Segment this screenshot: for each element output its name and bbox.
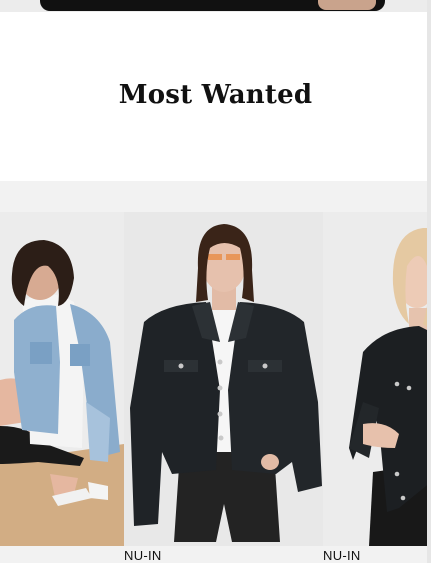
product-carousel[interactable]: NU-IN NU-IN	[0, 181, 431, 563]
hero-image-skin-area	[318, 0, 376, 10]
product-brand[interactable]: NU-IN	[124, 548, 162, 563]
product-image[interactable]	[124, 212, 323, 546]
product-card[interactable]	[0, 212, 124, 563]
product-card[interactable]: NU-IN	[323, 212, 431, 563]
product-image[interactable]	[323, 212, 431, 546]
product-image[interactable]	[0, 212, 124, 546]
product-card[interactable]: NU-IN	[124, 212, 323, 563]
section-title: Most Wanted	[118, 80, 313, 110]
page-scrollbar[interactable]	[427, 0, 431, 563]
product-brand[interactable]: NU-IN	[323, 548, 361, 563]
hero-banner-bottom-edge[interactable]	[0, 0, 431, 12]
